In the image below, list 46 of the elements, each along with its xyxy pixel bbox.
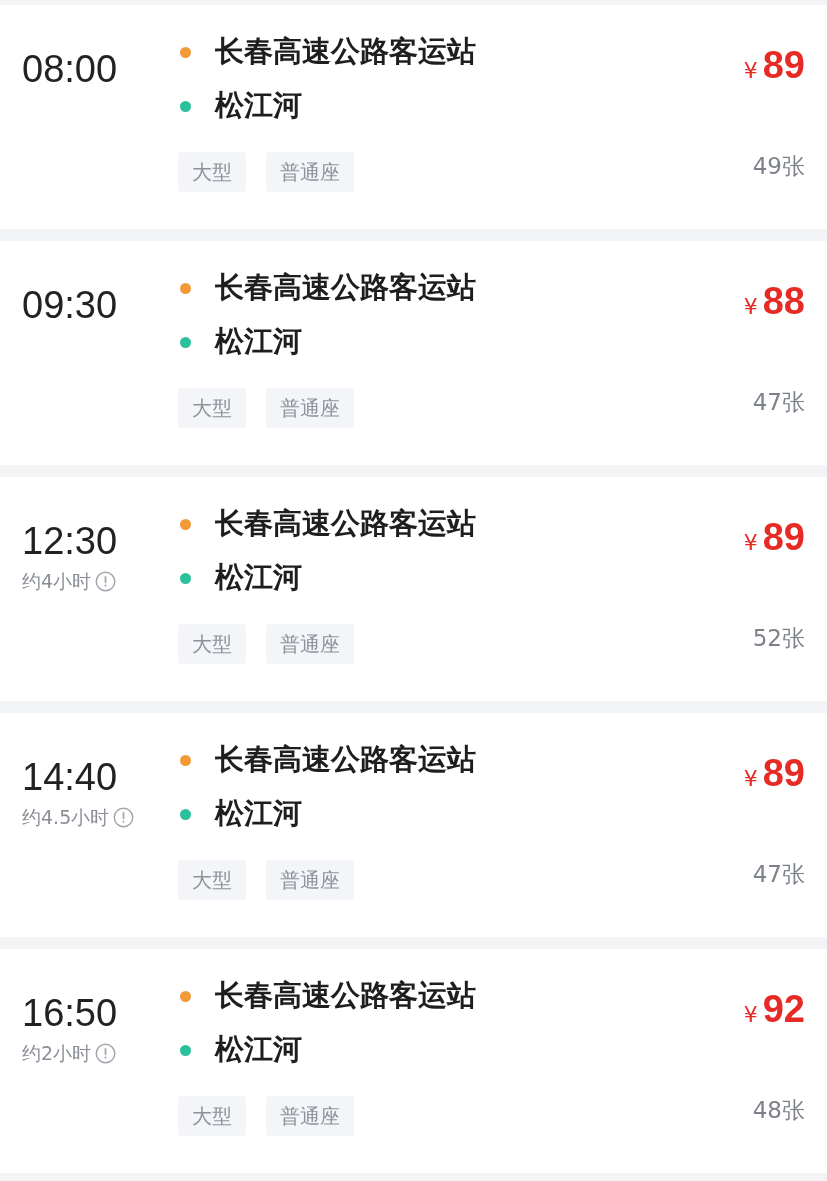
trip-duration: 约2小时 bbox=[22, 1041, 92, 1065]
seats-left: 48张 bbox=[752, 1096, 805, 1125]
bus-tag: 普通座 bbox=[266, 152, 354, 192]
seats-left: 47张 bbox=[752, 388, 805, 417]
station-name: 长春高速公路客运站 bbox=[215, 33, 476, 70]
seats-left: 47张 bbox=[752, 860, 805, 889]
departure-time: 12:30 bbox=[22, 519, 119, 563]
station-name: 长春高速公路客运站 bbox=[215, 977, 476, 1014]
station-name: 松江河 bbox=[215, 87, 302, 124]
departure-time: 16:50 bbox=[22, 991, 119, 1035]
ticket-price: ¥89 bbox=[743, 43, 805, 87]
trip-card[interactable]: 14:40 约4.5小时 长春高速公路客运站 松江河 大型 普通座 ¥89 47张 bbox=[0, 713, 827, 937]
info-icon[interactable] bbox=[95, 570, 117, 592]
ticket-price: ¥89 bbox=[743, 751, 805, 795]
info-icon[interactable] bbox=[113, 806, 135, 828]
departure-time: 08:00 bbox=[22, 47, 119, 91]
bus-tag: 大型 bbox=[178, 624, 246, 664]
bus-tag: 普通座 bbox=[266, 860, 354, 900]
ticket-price: ¥92 bbox=[743, 987, 805, 1031]
station-name: 松江河 bbox=[215, 795, 302, 832]
bus-tag: 大型 bbox=[178, 1096, 246, 1136]
trip-card[interactable]: 08:00 长春高速公路客运站 松江河 大型 普通座 ¥89 49张 bbox=[0, 5, 827, 229]
seats-left: 52张 bbox=[752, 624, 805, 653]
bus-tag: 大型 bbox=[178, 152, 246, 192]
departure-time: 09:30 bbox=[22, 283, 119, 327]
bus-tag: 大型 bbox=[178, 388, 246, 428]
bus-tag: 普通座 bbox=[266, 388, 354, 428]
trip-card[interactable]: 09:30 长春高速公路客运站 松江河 大型 普通座 ¥88 47张 bbox=[0, 241, 827, 465]
seats-left: 49张 bbox=[752, 152, 805, 181]
station-name: 长春高速公路客运站 bbox=[215, 741, 476, 778]
station-name: 松江河 bbox=[215, 559, 302, 596]
departure-time: 14:40 bbox=[22, 755, 119, 799]
trip-duration: 约4小时 bbox=[22, 569, 92, 593]
trip-card[interactable]: 12:30 约4小时 长春高速公路客运站 松江河 大型 普通座 ¥89 52张 bbox=[0, 477, 827, 701]
trip-card[interactable]: 16:50 约2小时 长春高速公路客运站 松江河 大型 普通座 ¥92 48张 bbox=[0, 949, 827, 1173]
bus-tag: 普通座 bbox=[266, 1096, 354, 1136]
station-name: 长春高速公路客运站 bbox=[215, 505, 476, 542]
info-icon[interactable] bbox=[95, 1042, 117, 1064]
station-name: 松江河 bbox=[215, 323, 302, 360]
bus-tag: 大型 bbox=[178, 860, 246, 900]
station-name: 松江河 bbox=[215, 1031, 302, 1068]
bus-tag: 普通座 bbox=[266, 624, 354, 664]
trip-duration: 约4.5小时 bbox=[22, 805, 110, 829]
station-name: 长春高速公路客运站 bbox=[215, 269, 476, 306]
ticket-price: ¥89 bbox=[743, 515, 805, 559]
ticket-price: ¥88 bbox=[743, 279, 805, 323]
